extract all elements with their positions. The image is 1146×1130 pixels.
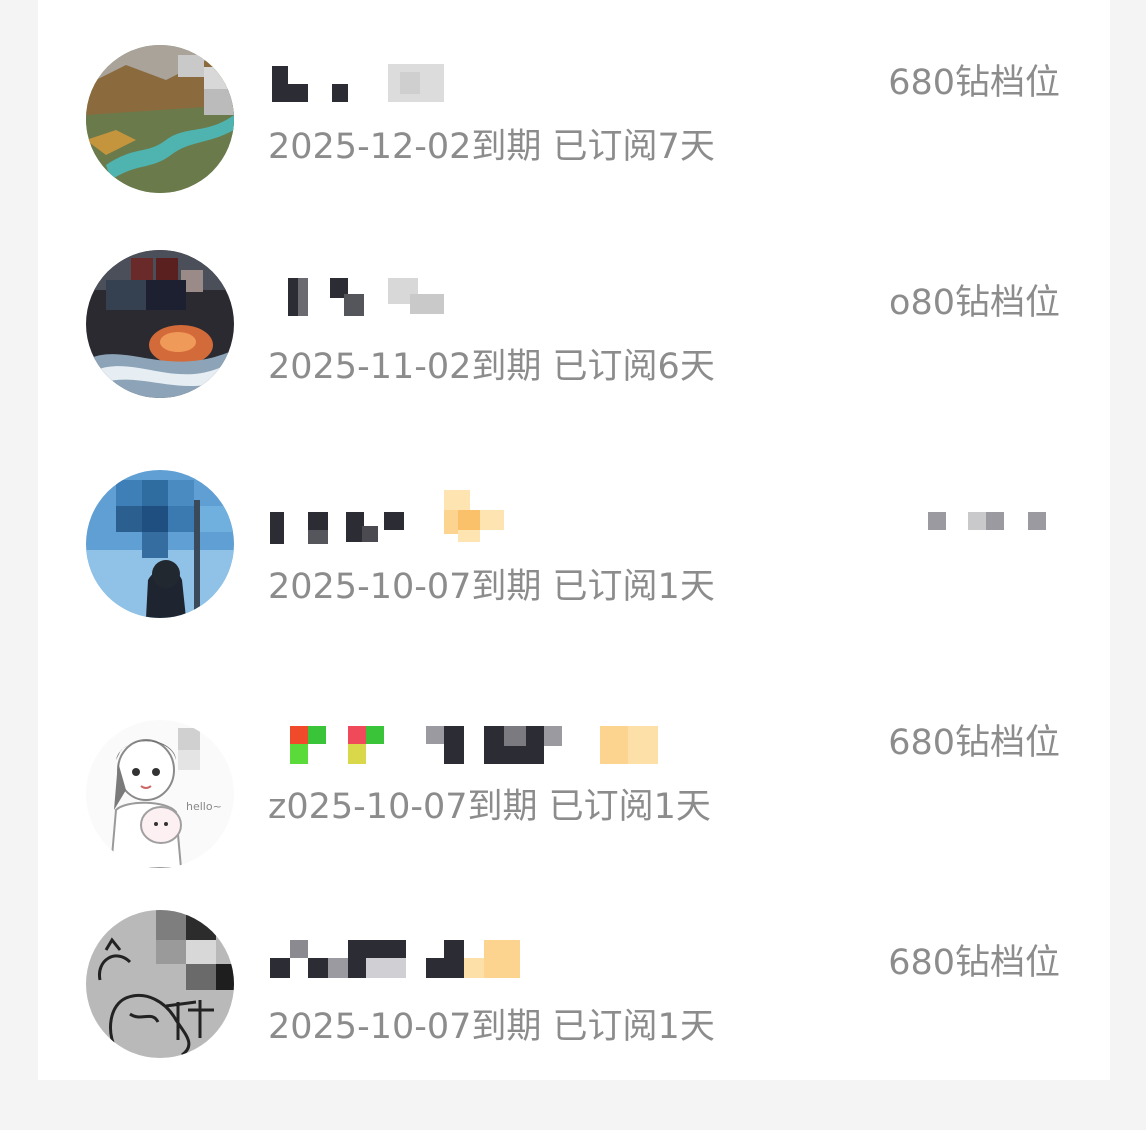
expiry-date: 2025-10-07到期 bbox=[268, 567, 542, 607]
list-item[interactable]: 2025-10-07到期 已订阅1天 680钻档位 bbox=[38, 910, 1110, 1130]
avatar[interactable] bbox=[86, 45, 234, 193]
svg-text:hello~: hello~ bbox=[186, 800, 222, 813]
expiry-date: 2025-11-02到期 bbox=[268, 347, 542, 387]
list-item[interactable]: hello~ z025-10-07到期 已订阅1天 680钻档位 bbox=[38, 690, 1110, 910]
avatar[interactable] bbox=[86, 910, 234, 1058]
subscription-info: z025-10-07到期 已订阅1天 bbox=[268, 778, 711, 829]
blurred-username bbox=[270, 62, 450, 106]
expiry-date: 2025-12-02到期 bbox=[268, 127, 542, 167]
blurred-tier bbox=[928, 510, 1052, 536]
list-item[interactable]: 2025-11-02到期 已订阅6天 o80钻档位 bbox=[38, 250, 1110, 470]
blurred-username bbox=[270, 490, 530, 544]
list-item[interactable]: 2025-10-07到期 已订阅1天 bbox=[38, 470, 1110, 690]
subscription-info: 2025-10-07到期 已订阅1天 bbox=[268, 998, 715, 1049]
subscribed-duration: 已订阅1天 bbox=[548, 787, 711, 827]
expiry-date: z025-10-07到期 bbox=[268, 787, 538, 827]
subscriber-list: 2025-12-02到期 已订阅7天 680钻档位 2025-11-02到期 已… bbox=[38, 0, 1110, 1080]
avatar[interactable] bbox=[86, 470, 234, 618]
subscribed-duration: 已订阅7天 bbox=[552, 127, 715, 167]
blurred-username bbox=[270, 724, 710, 768]
page-edge bbox=[1110, 0, 1146, 1080]
tier-label: 680钻档位 bbox=[888, 63, 1060, 103]
subscribed-duration: 已订阅6天 bbox=[552, 347, 715, 387]
tier-label: o80钻档位 bbox=[889, 283, 1060, 323]
expiry-date: 2025-10-07到期 bbox=[268, 1007, 542, 1047]
list-item[interactable]: 2025-12-02到期 已订阅7天 680钻档位 bbox=[38, 30, 1110, 250]
avatar[interactable]: hello~ bbox=[86, 720, 234, 868]
subscription-info: 2025-11-02到期 已订阅6天 bbox=[268, 338, 715, 389]
subscribed-duration: 已订阅1天 bbox=[552, 1007, 715, 1047]
subscription-info: 2025-10-07到期 已订阅1天 bbox=[268, 558, 715, 609]
tier-label: 680钻档位 bbox=[888, 723, 1060, 763]
subscription-info: 2025-12-02到期 已订阅7天 bbox=[268, 118, 715, 169]
subscribed-duration: 已订阅1天 bbox=[552, 567, 715, 607]
avatar[interactable] bbox=[86, 250, 234, 398]
blurred-username bbox=[270, 938, 550, 982]
blurred-username bbox=[270, 274, 450, 318]
tier-label: 680钻档位 bbox=[888, 943, 1060, 983]
